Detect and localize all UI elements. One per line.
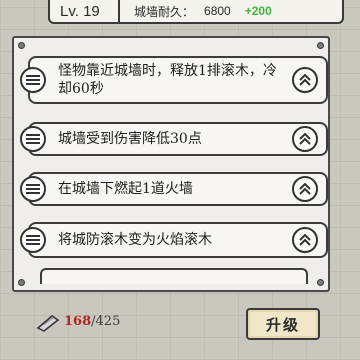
- rivet-icon: [18, 279, 25, 286]
- upgrade-button[interactable]: 升级: [246, 308, 320, 340]
- upgrade-skill-button[interactable]: [292, 67, 318, 93]
- durability-value: 6800: [204, 4, 231, 18]
- skill-description: 在城墙下燃起1道火墙: [58, 181, 193, 197]
- skill-item[interactable]: 怪物靠近城墙时，释放1排滚木，冷却60秒: [20, 56, 328, 104]
- skill-description: 怪物靠近城墙时，释放1排滚木，冷却60秒: [58, 63, 277, 97]
- rivet-icon: [18, 42, 25, 49]
- upgrade-skill-button[interactable]: [292, 227, 318, 253]
- resource-max: /425: [91, 314, 121, 329]
- rivet-icon: [317, 42, 324, 49]
- stripes-icon: [20, 67, 46, 93]
- skill-description: 将城防滚木变为火焰滚木: [58, 232, 212, 248]
- upgrade-skill-button[interactable]: [292, 176, 318, 202]
- double-chevron-up-icon: [299, 73, 311, 86]
- skill-description: 城墙受到伤害降低30点: [58, 131, 202, 147]
- footer-bar: 168/425 升级: [0, 298, 360, 360]
- resource-current: 168: [64, 314, 92, 329]
- skill-item[interactable]: 在城墙下燃起1道火墙: [20, 172, 328, 206]
- resource-count: 168/425: [64, 314, 120, 329]
- durability-label: 城墙耐久：: [134, 4, 195, 19]
- stripes-icon: [20, 227, 46, 253]
- skill-item-partial: [40, 268, 308, 284]
- whetstone-icon: [36, 315, 60, 332]
- skill-item[interactable]: 城墙受到伤害降低30点: [20, 122, 328, 156]
- game-screen: Lv. 19 城墙耐久： 6800 +200 怪物靠近城墙时，释放1排滚木，冷却…: [0, 0, 360, 360]
- rivet-icon: [317, 279, 324, 286]
- stripes-icon: [20, 176, 46, 202]
- status-bar: Lv. 19 城墙耐久： 6800 +200: [48, 0, 344, 24]
- double-chevron-up-icon: [299, 182, 311, 195]
- durability-bonus: +200: [244, 4, 272, 18]
- double-chevron-up-icon: [299, 233, 311, 246]
- stripes-icon: [20, 126, 46, 152]
- level-label: Lv. 19: [50, 0, 120, 22]
- upgrade-skill-button[interactable]: [292, 126, 318, 152]
- double-chevron-up-icon: [299, 132, 311, 145]
- skill-item[interactable]: 将城防滚木变为火焰滚木: [20, 222, 328, 258]
